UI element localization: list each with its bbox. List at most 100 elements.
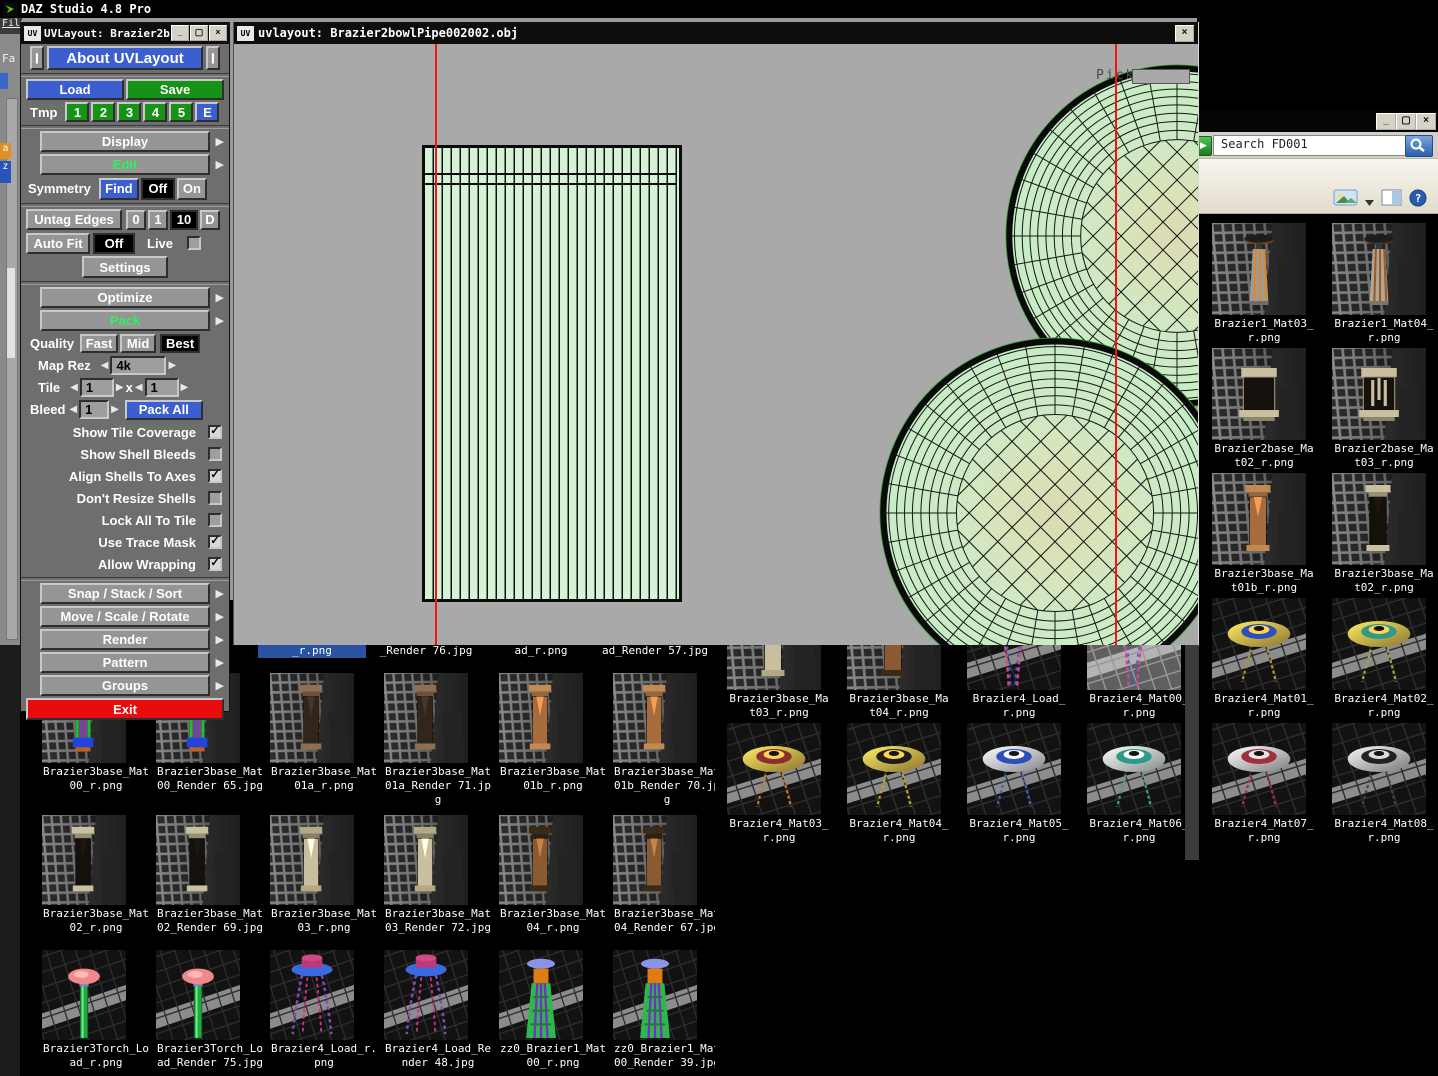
edit-menu-button[interactable]: Edit bbox=[40, 154, 210, 175]
use-trace-mask-checkbox[interactable]: ✓ bbox=[208, 535, 222, 549]
file-thumbnail[interactable]: Brazier3base_Mat01b_r.png bbox=[1212, 473, 1316, 595]
selected-file-label[interactable]: _r.png bbox=[258, 644, 366, 658]
file-thumbnail[interactable]: zz0_Brazier1_Mat00_r.png bbox=[499, 950, 607, 1070]
tmp-slot-2-button[interactable]: 2 bbox=[91, 102, 116, 122]
align-shells-to-axes-checkbox[interactable]: ✓ bbox=[208, 469, 222, 483]
file-thumbnail[interactable]: Brazier1_Mat04_r.png bbox=[1332, 223, 1436, 345]
uv-shell-disk-bottom[interactable] bbox=[879, 337, 1198, 645]
close-button[interactable]: × bbox=[209, 25, 227, 41]
bleed-value[interactable]: 1 bbox=[79, 400, 110, 419]
increment-arrow-icon[interactable]: ▶ bbox=[116, 382, 124, 393]
symmetry-on-button[interactable]: On bbox=[176, 177, 207, 200]
file-thumbnail[interactable]: Brazier4_Mat05_r.png bbox=[967, 723, 1071, 845]
exit-button[interactable]: Exit bbox=[26, 698, 224, 720]
symmetry-find-button[interactable]: Find bbox=[98, 177, 139, 200]
symmetry-off-button[interactable]: Off bbox=[140, 177, 175, 200]
untag-0-button[interactable]: 0 bbox=[126, 209, 146, 230]
file-thumbnail[interactable]: Brazier3Torch_Load_Render 75.jpg bbox=[156, 950, 264, 1070]
file-thumbnail[interactable]: Brazier4_Load_r.png bbox=[270, 950, 378, 1070]
file-thumbnail[interactable]: Brazier4_Load_Render 48.jpg bbox=[384, 950, 492, 1070]
tmp-slot-e-button[interactable]: E bbox=[195, 102, 220, 122]
file-label[interactable]: ad_r.png bbox=[487, 644, 595, 658]
file-thumbnail[interactable]: Brazier3base_Mat03_r.png bbox=[270, 815, 378, 935]
search-button[interactable] bbox=[1405, 135, 1433, 157]
snap-stack-sort-button[interactable]: Snap / Stack / Sort bbox=[40, 583, 210, 604]
untag-d-button[interactable]: D bbox=[200, 209, 220, 230]
file-thumbnail[interactable]: Brazier3base_Mat01a_r.png bbox=[270, 673, 378, 793]
quality-fast-button[interactable]: Fast bbox=[80, 333, 119, 353]
tile-y-value[interactable]: 1 bbox=[144, 377, 179, 397]
optimize-menu-button[interactable]: Optimize bbox=[40, 287, 210, 308]
decrement-arrow-icon[interactable]: ◀ bbox=[70, 382, 78, 393]
pack-menu-button[interactable]: Pack bbox=[40, 310, 210, 331]
increment-arrow-icon[interactable]: ▶ bbox=[181, 382, 189, 393]
uv-shell-rectangle[interactable] bbox=[422, 145, 682, 602]
quality-mid-button[interactable]: Mid bbox=[120, 333, 157, 353]
live-checkbox[interactable] bbox=[187, 236, 202, 250]
decrement-arrow-icon[interactable]: ◀ bbox=[135, 382, 143, 393]
auto-fit-button[interactable]: Auto Fit bbox=[26, 232, 90, 254]
file-thumbnail[interactable]: Brazier4_Mat01_r.png bbox=[1212, 598, 1316, 720]
untag-edges-button[interactable]: Untag Edges bbox=[26, 209, 122, 230]
sort-z-icon[interactable]: z bbox=[0, 161, 11, 183]
groups-button[interactable]: Groups bbox=[40, 675, 210, 696]
dont-resize-shells-checkbox[interactable] bbox=[208, 491, 222, 505]
file-thumbnail[interactable]: Brazier3base_Mat02_r.png bbox=[42, 815, 150, 935]
tmp-slot-1-button[interactable]: 1 bbox=[65, 102, 90, 122]
tile-x-value[interactable]: 1 bbox=[79, 377, 114, 397]
panel-collapse-right[interactable]: ❙ bbox=[206, 46, 220, 70]
untag-1-button[interactable]: 1 bbox=[148, 209, 168, 230]
tmp-slot-4-button[interactable]: 4 bbox=[143, 102, 168, 122]
increment-arrow-icon[interactable]: ▶ bbox=[111, 404, 119, 415]
untag-10-value[interactable]: 10 bbox=[170, 209, 198, 230]
file-thumbnail[interactable]: Brazier4_Mat08_r.png bbox=[1332, 723, 1436, 845]
file-thumbnail[interactable]: Brazier3base_Mat04_Render 67.jpg bbox=[613, 815, 721, 935]
file-thumbnail[interactable]: Brazier3base_Mat02_Render 69.jpg bbox=[156, 815, 264, 935]
tmp-slot-3-button[interactable]: 3 bbox=[117, 102, 142, 122]
decrement-arrow-icon[interactable]: ◀ bbox=[101, 360, 109, 371]
panel-collapse-left[interactable]: ❙ bbox=[30, 46, 44, 70]
file-thumbnail[interactable]: Brazier1_Mat03_r.png bbox=[1212, 223, 1316, 345]
file-thumbnail[interactable]: Brazier4_Mat02_r.png bbox=[1332, 598, 1436, 720]
file-thumbnail[interactable]: Brazier3base_Mat01b_Render 70.jpg bbox=[613, 673, 721, 807]
about-uvlayout-button[interactable]: About UVLayout bbox=[47, 46, 203, 70]
minimize-button[interactable]: _ bbox=[1376, 113, 1396, 130]
quality-best-button[interactable]: Best bbox=[160, 333, 201, 353]
settings-button[interactable]: Settings bbox=[82, 256, 168, 278]
file-label[interactable]: _Render 76.jpg bbox=[372, 644, 480, 658]
pack-all-button[interactable]: Pack All bbox=[124, 399, 203, 420]
file-thumbnail[interactable]: Brazier3Torch_Load_r.png bbox=[42, 950, 150, 1070]
help-icon[interactable]: ? bbox=[1409, 189, 1429, 214]
render-button[interactable]: Render bbox=[40, 629, 210, 650]
increment-arrow-icon[interactable]: ▶ bbox=[168, 360, 176, 371]
uv-canvas[interactable]: Pick bbox=[234, 44, 1198, 645]
save-button[interactable]: Save bbox=[126, 79, 224, 100]
scrollbar-thumb[interactable] bbox=[7, 268, 15, 358]
file-thumbnail[interactable]: Brazier4_Mat07_r.png bbox=[1212, 723, 1316, 845]
close-button[interactable]: × bbox=[1416, 113, 1436, 130]
favorites-tab[interactable]: Fa bbox=[2, 52, 15, 65]
move-scale-rotate-button[interactable]: Move / Scale / Rotate bbox=[40, 606, 210, 627]
file-thumbnail[interactable]: Brazier3base_Mat01a_Render 71.jpg bbox=[384, 673, 492, 807]
file-thumbnail[interactable]: Brazier2base_Mat02_r.png bbox=[1212, 348, 1316, 470]
uv-window-close-button[interactable]: × bbox=[1175, 25, 1194, 42]
file-thumbnail[interactable]: zz0_Brazier1_Mat00_Render 39.jpg bbox=[613, 950, 721, 1070]
file-thumbnail[interactable]: Brazier3base_Mat01b_r.png bbox=[499, 673, 607, 793]
views-icon[interactable] bbox=[1333, 189, 1359, 212]
file-thumbnail[interactable]: Brazier4_Mat04_r.png bbox=[847, 723, 951, 845]
file-thumbnail[interactable]: Brazier3base_Mat03_Render 72.jpg bbox=[384, 815, 492, 935]
show-shell-bleeds-checkbox[interactable] bbox=[208, 447, 222, 461]
preview-pane-icon[interactable] bbox=[1381, 189, 1403, 212]
auto-fit-value[interactable]: Off bbox=[93, 232, 135, 254]
decrement-arrow-icon[interactable]: ◀ bbox=[69, 404, 77, 415]
file-thumbnail[interactable]: Brazier3base_Mat02_r.png bbox=[1332, 473, 1436, 595]
sort-a-icon[interactable]: a bbox=[0, 143, 11, 159]
maximize-button[interactable]: ▢ bbox=[190, 25, 208, 41]
file-label[interactable]: ad_Render 57.jpg bbox=[601, 644, 709, 658]
map-rez-value[interactable]: 4k bbox=[110, 355, 167, 375]
search-input[interactable]: Search FD001 bbox=[1213, 135, 1408, 156]
maximize-button[interactable]: ▢ bbox=[1396, 113, 1416, 130]
pattern-button[interactable]: Pattern bbox=[40, 652, 210, 673]
file-thumbnail[interactable]: Brazier4_Mat06_r.png bbox=[1087, 723, 1191, 845]
display-menu-button[interactable]: Display bbox=[40, 131, 210, 152]
